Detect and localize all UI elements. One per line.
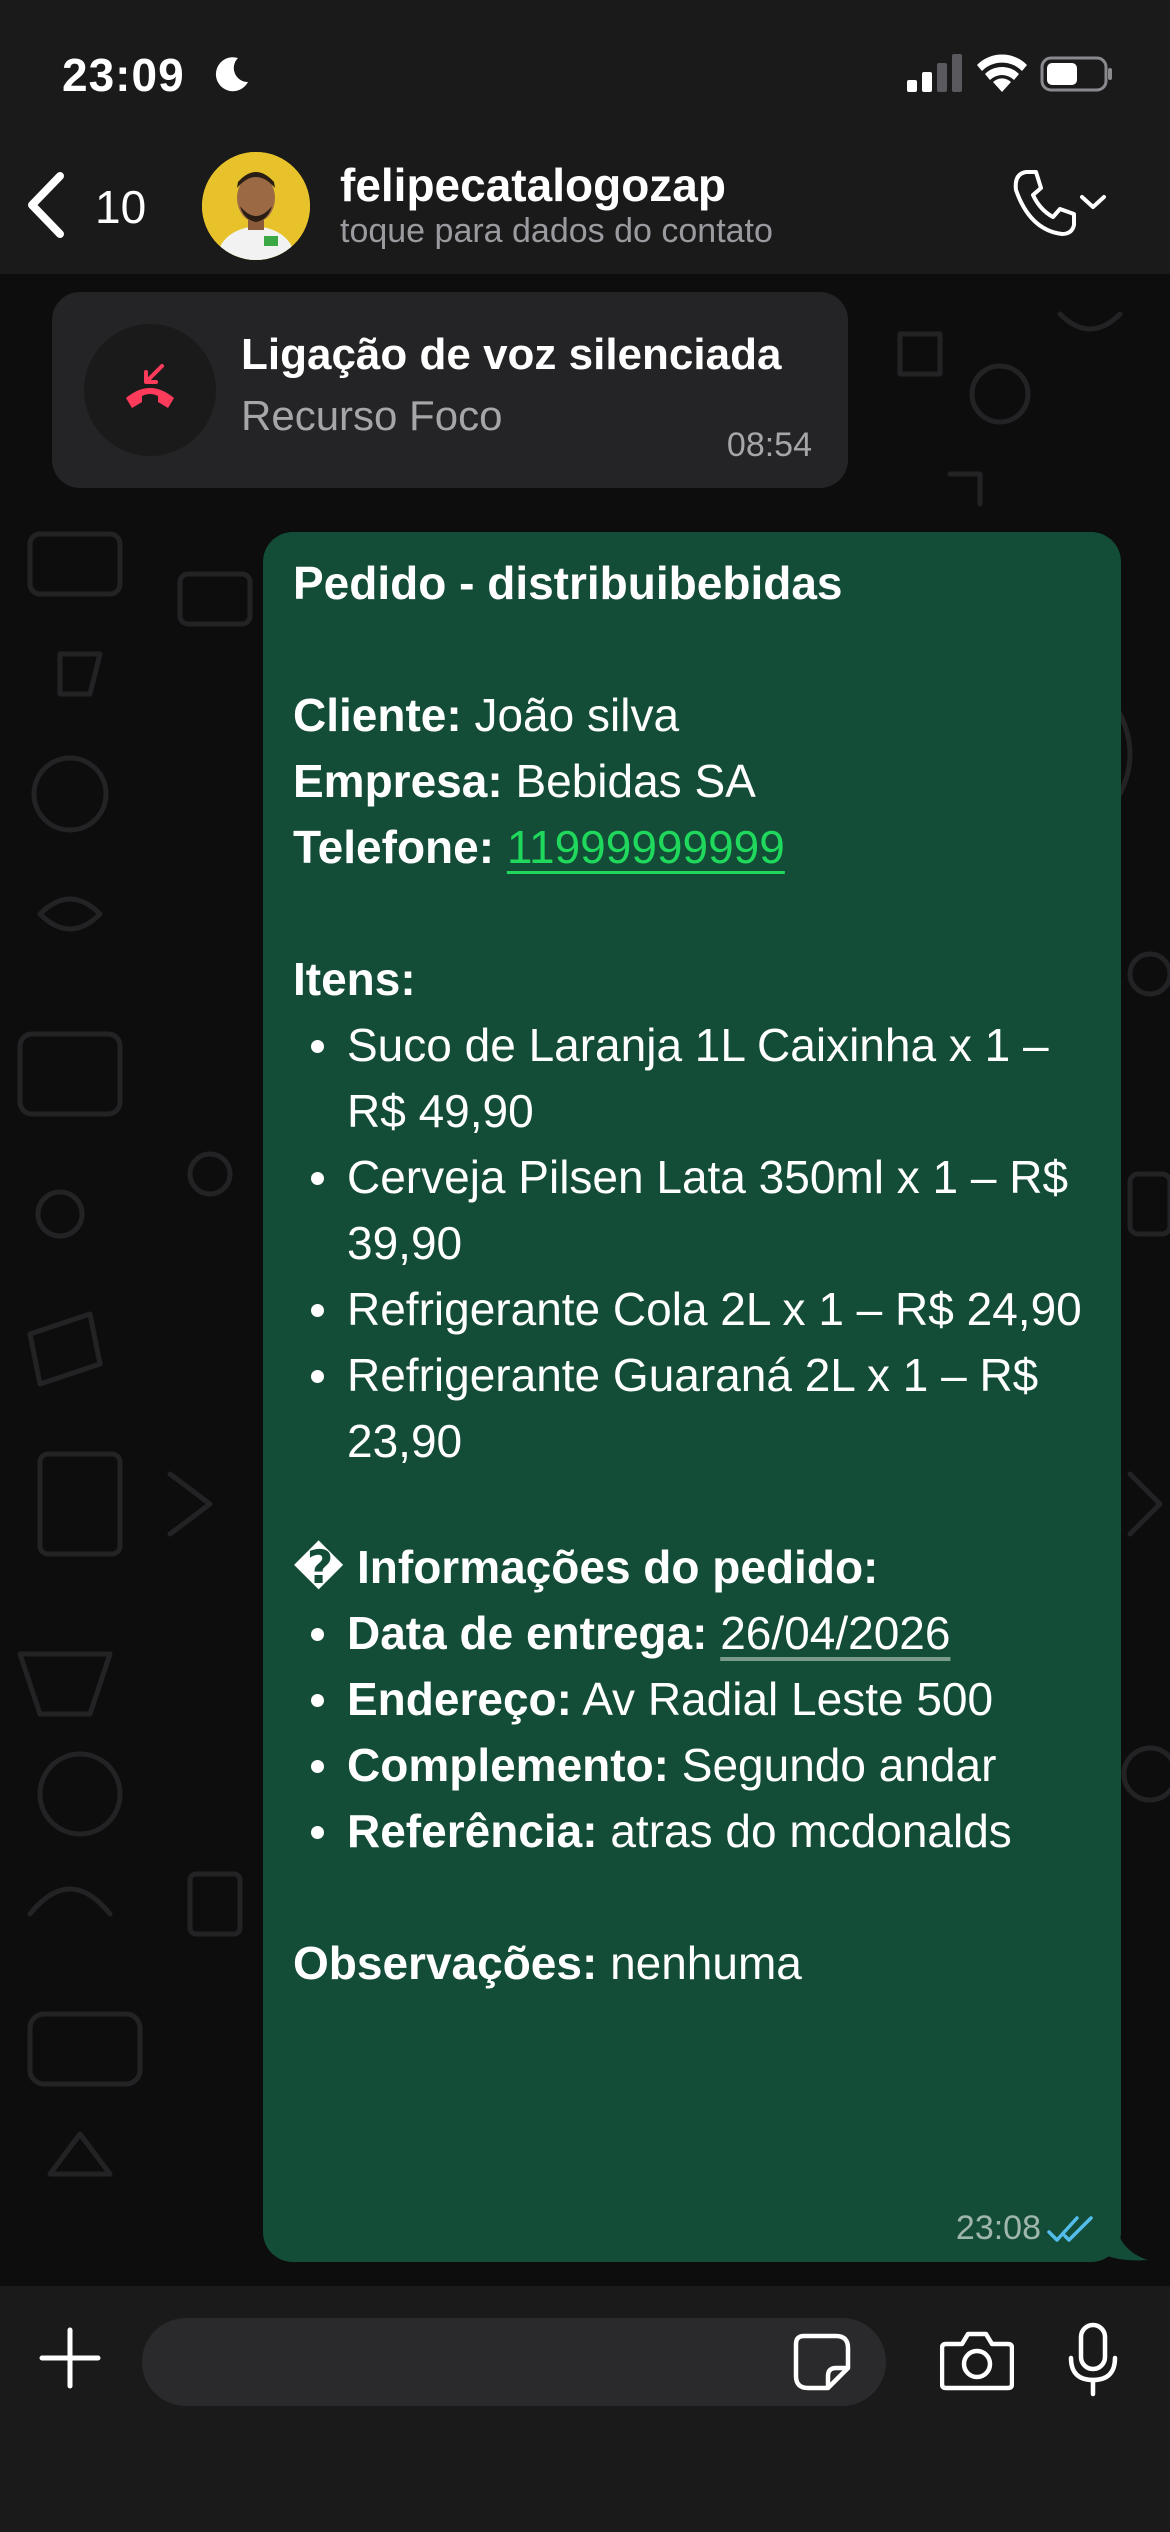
- chat-header: 10 felipecatalogozap toque para dados do…: [0, 150, 1170, 274]
- delivery-date-item: Data de entrega: 26/04/2026: [293, 1600, 1103, 1666]
- status-bar: 23:09: [0, 0, 1170, 150]
- items-list: Suco de Laranja 1L Caixinha x 1 – R$ 49,…: [293, 1012, 1103, 1474]
- contact-avatar[interactable]: [202, 152, 310, 260]
- client-value: João silva: [474, 689, 680, 741]
- client-label: Cliente:: [293, 689, 462, 741]
- reference-value: atras do mcdonalds: [610, 1805, 1012, 1857]
- plus-icon[interactable]: [38, 2326, 102, 2390]
- chevron-down-icon[interactable]: [1078, 192, 1108, 212]
- order-title: Pedido - distribuibebidas: [293, 557, 843, 609]
- complement-label: Complemento:: [347, 1739, 669, 1791]
- address-label: Endereço:: [347, 1673, 572, 1725]
- delivery-date-link[interactable]: 26/04/2026: [720, 1607, 950, 1659]
- silenced-call-bubble[interactable]: Ligação de voz silenciada Recurso Foco 0…: [52, 292, 848, 488]
- notes-value: nenhuma: [610, 1937, 802, 1989]
- list-item: Suco de Laranja 1L Caixinha x 1 – R$ 49,…: [293, 1012, 1103, 1144]
- message-input[interactable]: [142, 2318, 886, 2406]
- message-time: 23:08: [955, 2209, 1041, 2247]
- bubble-tail: [1100, 2214, 1148, 2261]
- company-value: Bebidas SA: [515, 755, 756, 807]
- unread-chats-count[interactable]: 10: [95, 180, 146, 234]
- sticker-icon[interactable]: [792, 2332, 852, 2392]
- reference-label: Referência:: [347, 1805, 598, 1857]
- moon-icon: [215, 57, 248, 92]
- call-notice-subtitle: Recurso Foco: [241, 392, 503, 439]
- message-composer: [0, 2286, 1170, 2532]
- phone-number-link[interactable]: 11999999999: [507, 821, 785, 873]
- call-notice-time: 08:54: [726, 426, 812, 464]
- list-item: Refrigerante Cola 2L x 1 – R$ 24,90: [293, 1276, 1103, 1342]
- order-message-text: Pedido - distribuibebidas Cliente: João …: [293, 550, 1103, 1996]
- complement-value: Segundo andar: [681, 1739, 997, 1791]
- missed-call-badge: [84, 324, 216, 456]
- notes-label: Observações:: [293, 1937, 598, 1989]
- info-heading: � Informações do pedido:: [293, 1541, 879, 1593]
- back-chevron-icon[interactable]: [24, 170, 68, 240]
- battery-icon: [1040, 56, 1112, 92]
- phone-call-icon[interactable]: [1010, 166, 1076, 238]
- read-ticks-icon: [1047, 2216, 1093, 2242]
- contact-name[interactable]: felipecatalogozap: [340, 158, 726, 212]
- contact-subtitle[interactable]: toque para dados do contato: [340, 212, 773, 251]
- microphone-icon[interactable]: [1066, 2322, 1120, 2398]
- complement-item: Complemento: Segundo andar: [293, 1732, 1103, 1798]
- company-label: Empresa:: [293, 755, 503, 807]
- delivery-label: Data de entrega:: [347, 1607, 708, 1659]
- items-label: Itens:: [293, 953, 416, 1005]
- missed-call-icon: [126, 364, 174, 408]
- phone-label: Telefone:: [293, 821, 495, 873]
- cellular-signal-icon: [907, 54, 962, 92]
- info-list: Data de entrega: 26/04/2026 Endereço: Av…: [293, 1600, 1103, 1864]
- camera-icon[interactable]: [940, 2328, 1014, 2392]
- wifi-icon: [977, 54, 1027, 92]
- reference-item: Referência: atras do mcdonalds: [293, 1798, 1103, 1864]
- chat-area[interactable]: Ligação de voz silenciada Recurso Foco 0…: [0, 274, 1170, 2286]
- address-item: Endereço: Av Radial Leste 500: [293, 1666, 1103, 1732]
- address-value: Av Radial Leste 500: [582, 1673, 994, 1725]
- list-item: Refrigerante Guaraná 2L x 1 – R$ 23,90: [293, 1342, 1103, 1474]
- call-notice-title: Ligação de voz silenciada: [241, 330, 782, 379]
- order-message-bubble[interactable]: Pedido - distribuibebidas Cliente: João …: [263, 532, 1121, 2262]
- status-time: 23:09: [62, 49, 185, 101]
- list-item: Cerveja Pilsen Lata 350ml x 1 – R$ 39,90: [293, 1144, 1103, 1276]
